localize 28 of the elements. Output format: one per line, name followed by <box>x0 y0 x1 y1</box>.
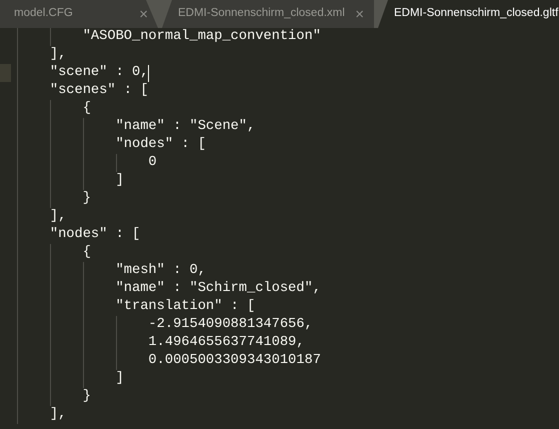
code-line: { <box>82 244 91 262</box>
code-line: 1.4964655637741089, <box>147 334 304 352</box>
code-line: } <box>82 388 91 406</box>
code-line: "nodes" : [ <box>114 136 206 154</box>
code-line: "mesh" : 0, <box>114 262 206 280</box>
code-line: "translation" : [ <box>114 298 256 316</box>
code-line: } <box>82 190 91 208</box>
code-line: "name" : "Scene", <box>114 118 256 136</box>
code-line: ], <box>48 46 66 64</box>
code-line: "ASOBO_normal_map_convention" <box>82 28 321 46</box>
code-line: ], <box>48 406 66 424</box>
editor-tab[interactable]: EDMI-Sonnenschirm_closed.gltf <box>378 0 559 28</box>
code-line: ], <box>48 208 66 226</box>
code-line: "scene" : 0, <box>48 64 148 82</box>
code-line: "nodes" : [ <box>48 226 140 244</box>
code-line: 0.0005003309343010187 <box>147 352 321 370</box>
editor-tab[interactable]: EDMI-Sonnenschirm_closed.xml × <box>162 0 374 28</box>
code-line: { <box>82 100 91 118</box>
text-cursor <box>148 64 150 82</box>
code-line: "scenes" : [ <box>48 82 148 100</box>
close-icon[interactable]: × <box>139 6 148 22</box>
editor-tab[interactable]: model.CFG × <box>0 0 158 28</box>
code-line: -2.9154090881347656, <box>147 316 313 334</box>
close-icon[interactable]: × <box>355 6 364 22</box>
code-line: 0 <box>147 154 157 172</box>
code-line: "name" : "Schirm_closed", <box>114 280 321 298</box>
code-line: ] <box>114 370 124 388</box>
code-line: ] <box>114 172 124 190</box>
